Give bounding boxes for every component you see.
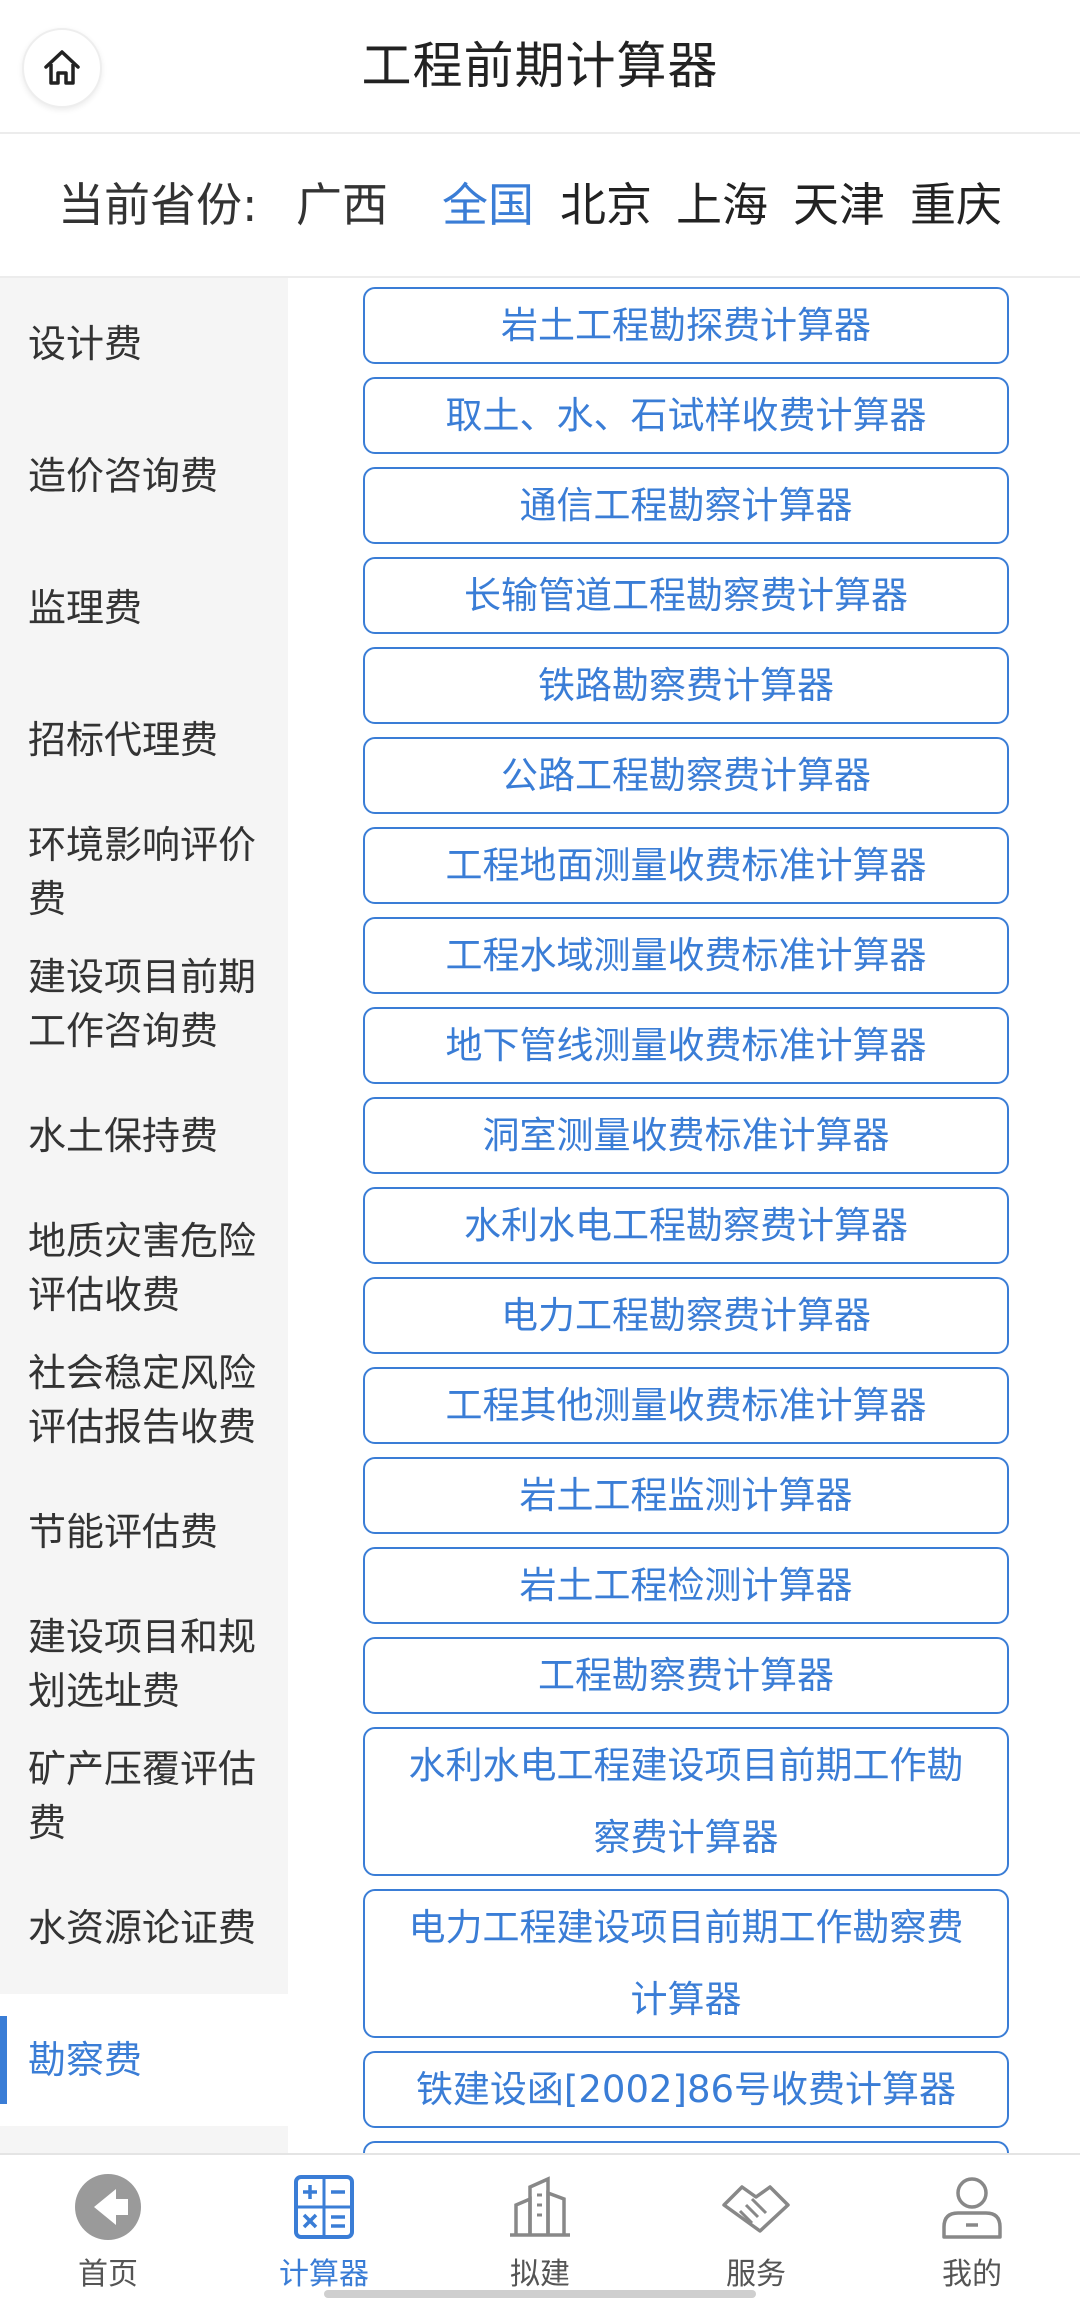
calculator-icon xyxy=(288,2171,360,2243)
province-option-shanghai[interactable]: 上海 xyxy=(676,134,768,276)
sidebar-item-label: 水土保持费 xyxy=(28,1114,219,1158)
nav-item-calculator[interactable]: 计算器 xyxy=(216,2155,432,2306)
calculator-button[interactable]: 岩土工程勘探费计算器 xyxy=(363,287,1009,364)
sidebar-item-cost-consulting[interactable]: 造价咨询费 xyxy=(0,410,288,542)
sidebar-item-geological-hazard[interactable]: 地质灾害危险评估收费 xyxy=(0,1202,288,1334)
sidebar-item-supervision[interactable]: 监理费 xyxy=(0,542,288,674)
nav-item-mine[interactable]: 我的 xyxy=(864,2155,1080,2306)
sidebar-item-social-stability[interactable]: 社会稳定风险评估报告收费 xyxy=(0,1334,288,1466)
sidebar-item-label: 建设项目前期工作咨询费 xyxy=(28,955,257,1053)
nav-label: 计算器 xyxy=(279,2257,369,2292)
sidebar-item-label: 矿产压覆评估费 xyxy=(28,1747,257,1845)
nav-label: 首页 xyxy=(78,2257,138,2292)
page-title: 工程前期计算器 xyxy=(361,37,719,95)
sidebar-item-bidding-agency[interactable]: 招标代理费 xyxy=(0,674,288,806)
province-option-chongqing[interactable]: 重庆 xyxy=(910,134,1002,276)
calculator-button[interactable]: 长输管道工程勘察费计算器 xyxy=(363,557,1009,634)
sidebar-item-label: 社会稳定风险评估报告收费 xyxy=(28,1351,257,1449)
sidebar-item-label: 监理费 xyxy=(28,586,143,630)
sidebar-item-design-fee[interactable]: 设计费 xyxy=(0,278,288,410)
calculator-button[interactable]: 岩土工程检测计算器 xyxy=(363,1547,1009,1624)
sidebar-item-label: 勘察费 xyxy=(28,2038,143,2082)
sidebar-item-label: 地质灾害危险评估收费 xyxy=(28,1219,257,1317)
calculator-button[interactable]: 通信工程勘察计算器 xyxy=(363,467,1009,544)
sidebar-item-label: 水资源论证费 xyxy=(28,1906,257,1950)
handshake-icon xyxy=(720,2171,792,2243)
home-indicator xyxy=(324,2290,756,2298)
calculator-button[interactable]: 洞室测量收费标准计算器 xyxy=(363,1097,1009,1174)
nav-label: 我的 xyxy=(942,2257,1002,2292)
calculator-button-partial[interactable] xyxy=(363,2141,1009,2153)
sidebar-item-survey-fee[interactable]: 勘察费 xyxy=(0,1994,288,2126)
sidebar-item-label: 建设项目和规划选址费 xyxy=(28,1615,257,1713)
nav-label: 服务 xyxy=(726,2257,786,2292)
calculator-button[interactable]: 铁路勘察费计算器 xyxy=(363,647,1009,724)
sidebar-item-preliminary-consulting[interactable]: 建设项目前期工作咨询费 xyxy=(0,938,288,1070)
calculator-button[interactable]: 铁建设函[2002]86号收费计算器 xyxy=(363,2051,1009,2128)
calculator-button[interactable]: 水利水电工程建设项目前期工作勘察费计算器 xyxy=(363,1727,1009,1876)
calculator-button[interactable]: 岩土工程监测计算器 xyxy=(363,1457,1009,1534)
province-option-tianjin[interactable]: 天津 xyxy=(793,134,885,276)
sidebar-item-energy-assessment[interactable]: 节能评估费 xyxy=(0,1466,288,1598)
back-arrow-icon xyxy=(72,2171,144,2243)
province-bar: 当前省份: 广西 全国 北京 上海 天津 重庆 xyxy=(0,134,1080,278)
sidebar-item-soil-conservation[interactable]: 水土保持费 xyxy=(0,1070,288,1202)
province-option-beijing[interactable]: 北京 xyxy=(560,134,652,276)
sidebar-item-label: 环境影响评价费 xyxy=(28,823,257,921)
buildings-icon xyxy=(504,2171,576,2243)
sidebar-item-label: 设计费 xyxy=(28,322,143,366)
calculator-button[interactable]: 公路工程勘察费计算器 xyxy=(363,737,1009,814)
user-icon xyxy=(936,2171,1008,2243)
calculator-button[interactable]: 地下管线测量收费标准计算器 xyxy=(363,1007,1009,1084)
category-sidebar: 设计费 造价咨询费 监理费 招标代理费 环境影响评价费 建设项目前期工作咨询费 … xyxy=(0,278,288,2153)
header-bar: 工程前期计算器 xyxy=(0,0,1080,134)
calculator-button[interactable]: 取土、水、石试样收费计算器 xyxy=(363,377,1009,454)
calculator-button[interactable]: 电力工程建设项目前期工作勘察费计算器 xyxy=(363,1889,1009,2038)
nav-item-home[interactable]: 首页 xyxy=(0,2155,216,2306)
sidebar-item-label: 节能评估费 xyxy=(28,1510,219,1554)
calculator-button[interactable]: 工程勘察费计算器 xyxy=(363,1637,1009,1714)
sidebar-item-label: 造价咨询费 xyxy=(28,454,219,498)
calculator-list: 岩土工程勘探费计算器 取土、水、石试样收费计算器 通信工程勘察计算器 长输管道工… xyxy=(288,278,1080,2153)
nav-item-proposed[interactable]: 拟建 xyxy=(432,2155,648,2306)
bottom-nav: 首页 计算器 拟建 服务 我的 xyxy=(0,2153,1080,2306)
sidebar-item-water-resources[interactable]: 水资源论证费 xyxy=(0,1862,288,1994)
nav-item-service[interactable]: 服务 xyxy=(648,2155,864,2306)
calculator-button[interactable]: 工程水域测量收费标准计算器 xyxy=(363,917,1009,994)
sidebar-item-label: 招标代理费 xyxy=(28,718,219,762)
province-option-national[interactable]: 全国 xyxy=(442,134,534,276)
nav-label: 拟建 xyxy=(510,2257,570,2292)
calculator-button[interactable]: 工程地面测量收费标准计算器 xyxy=(363,827,1009,904)
province-label: 当前省份: xyxy=(58,178,258,232)
calculator-button[interactable]: 工程其他测量收费标准计算器 xyxy=(363,1367,1009,1444)
sidebar-item-mineral-overlay[interactable]: 矿产压覆评估费 xyxy=(0,1730,288,1862)
current-province[interactable]: 广西 xyxy=(296,134,388,276)
sidebar-item-site-selection[interactable]: 建设项目和规划选址费 xyxy=(0,1598,288,1730)
calculator-button[interactable]: 水利水电工程勘察费计算器 xyxy=(363,1187,1009,1264)
calculator-button[interactable]: 电力工程勘察费计算器 xyxy=(363,1277,1009,1354)
sidebar-item-environmental-assessment[interactable]: 环境影响评价费 xyxy=(0,806,288,938)
